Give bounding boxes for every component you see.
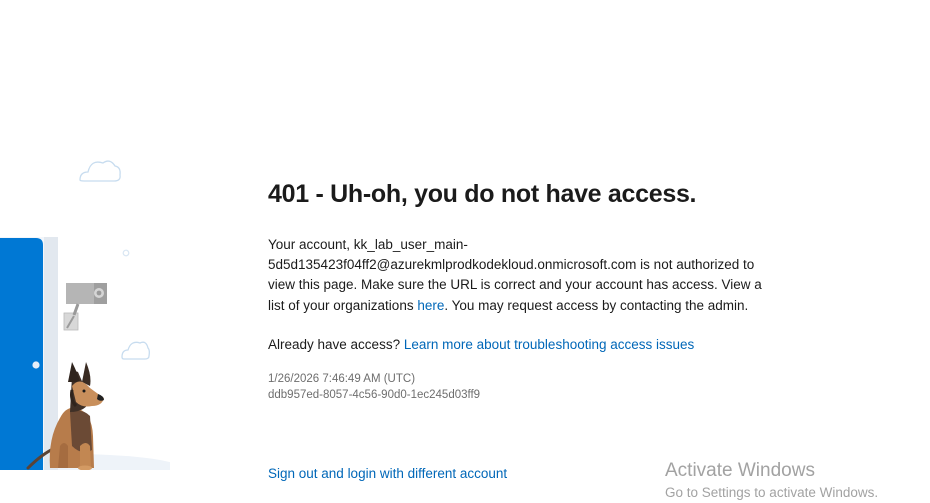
door-icon [0,238,43,470]
correlation-id: ddb957ed-8057-4c56-90d0-1ec245d03ff9 [268,389,481,402]
watermark-subtitle: Go to Settings to activate Windows. [665,485,879,500]
watermark-title: Activate Windows [665,460,815,481]
error-page: 401 - Uh-oh, you do not have access. You… [0,0,930,503]
error-details: 1/26/2026 7:46:49 AM (UTC) ddb957ed-8057… [268,371,768,404]
sign-out-link[interactable]: Sign out and login with different accoun… [268,464,507,484]
activate-windows-watermark: Activate Windows Go to Settings to activ… [665,459,878,503]
organizations-link[interactable]: here [417,298,444,313]
error-message-text-end: . You may request access by contacting t… [444,297,749,313]
page-title: 401 - Uh-oh, you do not have access. [268,180,697,208]
access-denied-illustration [0,160,170,470]
already-have-access-label: Already have access? [268,336,401,352]
security-camera-icon [63,283,107,331]
error-message: Your account, kk_lab_user_main-5d5d13542… [268,235,763,316]
troubleshoot-link[interactable]: Learn more about troubleshooting access … [404,337,694,352]
cloud-icon [121,341,150,360]
already-have-access: Already have access? Learn more about tr… [268,335,768,355]
error-content: 401 - Uh-oh, you do not have access. You… [268,176,768,404]
timestamp: 1/26/2026 7:46:49 AM (UTC) [268,372,416,385]
cloud-icon [79,160,121,182]
